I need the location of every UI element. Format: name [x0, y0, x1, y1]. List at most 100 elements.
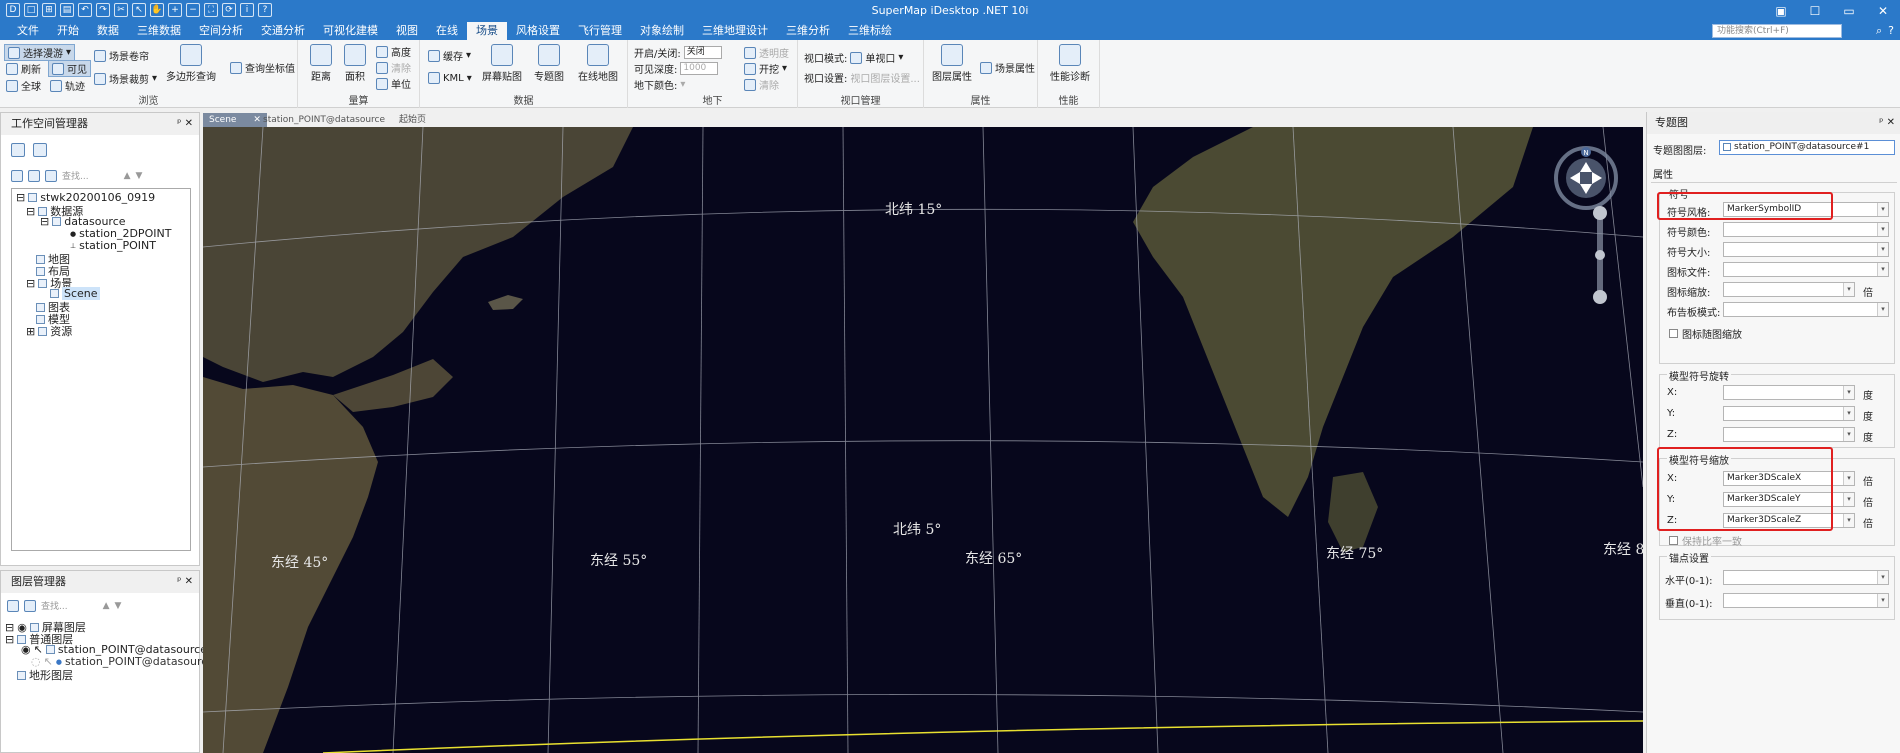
underground-toggle-combo[interactable]: 关闭 [683, 46, 722, 59]
rotation-y-combo[interactable]: ▾ [1723, 406, 1855, 421]
menu-item-11[interactable]: 飞行管理 [569, 22, 631, 40]
close-icon[interactable]: ✕ [185, 118, 193, 129]
scene-properties-button[interactable]: 场景属性 [980, 60, 1035, 75]
ribbon-toggle-button[interactable]: ▣ [1764, 0, 1798, 22]
unit-button[interactable]: 单位 [376, 76, 411, 91]
layer-terrain[interactable]: 地形图层 [17, 667, 73, 683]
rotation-z-combo[interactable]: ▾ [1723, 427, 1855, 442]
menu-item-13[interactable]: 三维地理设计 [693, 22, 777, 40]
tab-station-point[interactable]: station_POINT@datasource [257, 113, 391, 127]
icon-file-combo[interactable]: ▾ [1723, 262, 1889, 277]
underground-depth-field[interactable]: 1000 [680, 62, 719, 75]
kml-button[interactable]: KML ▾ [428, 72, 472, 84]
tab-start-page[interactable]: 起始页 [393, 113, 432, 127]
tree-view-icon[interactable] [11, 143, 25, 157]
measure-clear-button[interactable]: 清除 [376, 60, 411, 75]
search-icon[interactable] [45, 169, 57, 182]
tree-resources[interactable]: ⊞ 资源 [26, 323, 72, 339]
menu-item-8[interactable]: 在线 [427, 22, 467, 40]
land-arabia [203, 127, 633, 382]
layer-manager-panel: 图层管理器 ᵖ ✕ 查找... ▲ ▼ ⊟ ◉ 屏幕图层 ⊟ 普通图层 ◉ ↖ stati… [0, 570, 223, 753]
layer-properties-button[interactable]: 图层属性 [932, 44, 972, 83]
cache-button[interactable]: 缓存 ▾ [428, 48, 471, 63]
pin-icon[interactable]: ᵖ [1879, 117, 1883, 128]
zoom-slider[interactable] [1593, 206, 1607, 304]
transparency-button[interactable]: 透明度 [744, 45, 789, 60]
underground-color-picker[interactable]: ▾ [680, 79, 685, 90]
cloud-view-icon[interactable] [33, 143, 47, 157]
scale-with-icon-checkbox[interactable]: 图标随图缩放 [1669, 326, 1742, 341]
icon-scale-combo[interactable]: ▾ [1723, 282, 1855, 297]
menu-item-4[interactable]: 空间分析 [190, 22, 252, 40]
menu-item-9[interactable]: 场景 [467, 22, 507, 40]
underground-clear-button[interactable]: 清除 [744, 77, 779, 92]
layer-search-input[interactable]: 查找... [41, 599, 68, 612]
anchor-horizontal-combo[interactable]: ▾ [1723, 570, 1889, 585]
menu-item-3[interactable]: 三维数据 [128, 22, 190, 40]
move-down-icon[interactable]: ▼ [115, 601, 122, 611]
select-roam-button[interactable]: 选择漫游 ▾ [4, 44, 76, 61]
workspace-add-icon[interactable] [28, 169, 40, 182]
help-menu-icon[interactable]: ? [1888, 24, 1894, 38]
minimize-button[interactable]: ▭ [1832, 0, 1866, 22]
full-extent-button[interactable]: 全球 [6, 78, 41, 93]
eye-icon[interactable]: ◉ [21, 643, 31, 656]
menu-item-15[interactable]: 三维标绘 [839, 22, 901, 40]
checkbox-box[interactable] [1669, 329, 1678, 338]
restore-button[interactable]: ☐ [1798, 0, 1832, 22]
polygon-query-button[interactable]: 多边形查询 [166, 44, 216, 83]
area-button[interactable]: 面积 [344, 44, 366, 83]
visible-button[interactable]: 可见 [48, 60, 91, 77]
anchor-vertical-combo[interactable]: ▾ [1723, 593, 1889, 608]
function-search-input[interactable]: 功能搜索(Ctrl+F) [1712, 24, 1842, 38]
pin-icon[interactable]: ᵖ [177, 576, 181, 587]
label-lon-45: 东经 45° [271, 555, 329, 571]
move-down-icon[interactable]: ▼ [136, 171, 143, 181]
move-up-icon[interactable]: ▲ [103, 601, 110, 611]
menu-item-6[interactable]: 可视化建模 [314, 22, 387, 40]
thematic-button[interactable]: 专题图 [534, 44, 564, 83]
menu-item-0[interactable]: 文件 [8, 22, 48, 40]
search-go-icon[interactable]: ⌕ [1876, 24, 1882, 38]
menu-item-5[interactable]: 交通分析 [252, 22, 314, 40]
pin-icon[interactable]: ᵖ [177, 118, 181, 129]
thematic-layer-field[interactable]: station_POINT@datasource#1 [1719, 140, 1895, 155]
close-icon[interactable]: ✕ [185, 576, 193, 587]
scene-viewport[interactable]: N 北纬 15° 北纬 5° 东经 45° 东经 55° 东经 65° 东经 7… [203, 127, 1643, 753]
excavate-button[interactable]: 开挖 ▾ [744, 61, 787, 76]
track-button[interactable]: 轨迹 [50, 78, 85, 93]
performance-diagnose-button[interactable]: 性能诊断 [1050, 44, 1090, 83]
viewport-mode-combo[interactable]: 单视口 [865, 50, 895, 65]
close-button[interactable]: ✕ [1866, 0, 1900, 22]
billboard-mode-combo[interactable]: ▾ [1723, 302, 1889, 317]
menu-item-10[interactable]: 风格设置 [507, 22, 569, 40]
menu-item-1[interactable]: 开始 [48, 22, 88, 40]
symbol-color-combo[interactable]: ▾ [1723, 222, 1889, 237]
properties-tab[interactable]: 属性 [1653, 166, 1673, 181]
query-coord-button[interactable]: 查询坐标值 [230, 60, 295, 75]
distance-button[interactable]: 距离 [310, 44, 332, 83]
online-map-button[interactable]: 在线地图 [578, 44, 618, 83]
symbol-color-label: 符号颜色: [1667, 228, 1711, 239]
menu-item-7[interactable]: 视图 [387, 22, 427, 40]
layer-menu-icon[interactable] [7, 599, 19, 612]
close-icon[interactable]: ✕ [1887, 117, 1895, 128]
search-icon[interactable] [24, 599, 36, 612]
keep-ratio-checkbox[interactable]: 保持比率一致 [1669, 533, 1742, 548]
menu-item-2[interactable]: 数据 [88, 22, 128, 40]
height-button[interactable]: 高度 [376, 44, 411, 59]
scene-roll-button[interactable]: 场景卷帘 [94, 48, 149, 63]
refresh-button[interactable]: 刷新 [6, 61, 41, 76]
symbol-size-combo[interactable]: ▾ [1723, 242, 1889, 257]
screen-texture-button[interactable]: 屏幕贴图 [482, 44, 522, 83]
workspace-search-input[interactable]: 查找... [62, 169, 89, 182]
menu-item-12[interactable]: 对象绘制 [631, 22, 693, 40]
tree-dataset-point[interactable]: ⊥ station_POINT [70, 239, 156, 252]
workspace-menu-icon[interactable] [11, 169, 23, 182]
move-up-icon[interactable]: ▲ [124, 171, 131, 181]
scene-clip-button[interactable]: 场景裁剪 ▾ [94, 71, 157, 86]
menu-item-14[interactable]: 三维分析 [777, 22, 839, 40]
checkbox-box[interactable] [1669, 536, 1678, 545]
viewport-settings-button[interactable]: 视口图层设置... [850, 70, 920, 85]
rotation-x-combo[interactable]: ▾ [1723, 385, 1855, 400]
